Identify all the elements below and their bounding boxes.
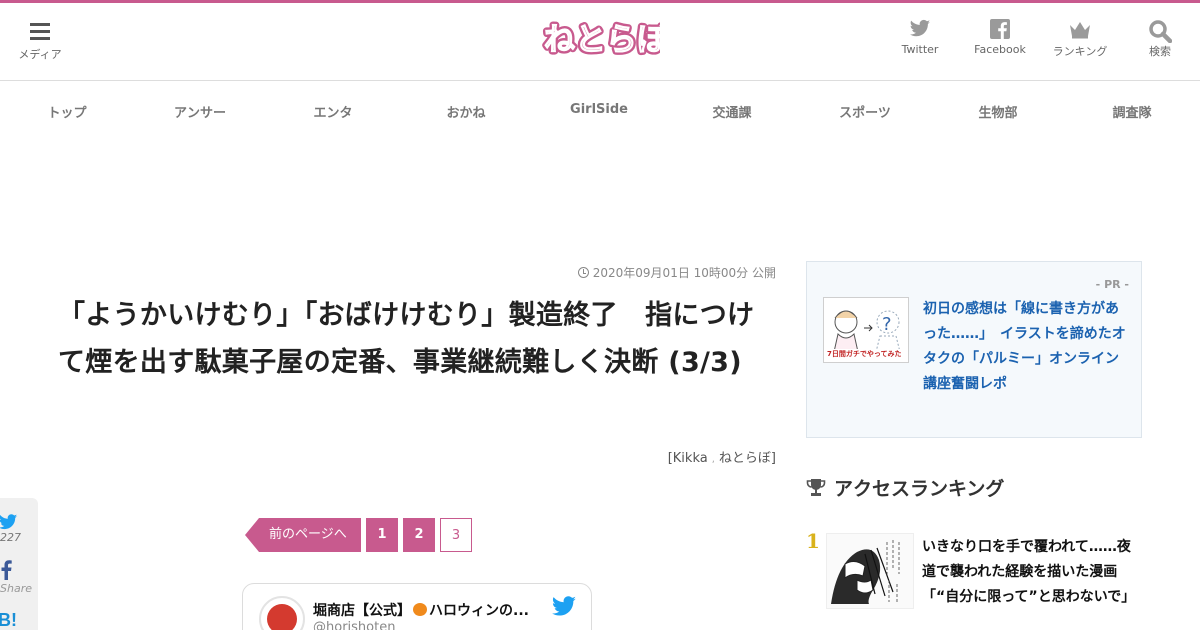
header-ranking-label: ランキング [1052, 45, 1108, 58]
logo-text: ねとらぼ [544, 22, 660, 58]
header-search-button[interactable]: 検索 [1120, 19, 1200, 67]
share-facebook-label: Share [0, 582, 32, 595]
tweet-author-name[interactable]: 堀商店【公式】 ハロウィンの... [313, 600, 529, 620]
category-nav: トップ アンサー エンタ おかね GirlSide 交通課 スポーツ 生物部 調… [0, 82, 1200, 140]
svg-text:?: ? [882, 314, 892, 335]
byline-author[interactable]: Kikka [673, 451, 708, 466]
tweet-avatar[interactable] [259, 596, 305, 630]
page-1-button[interactable]: 1 [366, 518, 398, 552]
share-hatena-button[interactable]: B! [0, 610, 17, 630]
byline-close: ] [770, 451, 776, 466]
ranking-heading: アクセスランキング [806, 474, 1004, 501]
header-facebook-label: Facebook [974, 43, 1026, 56]
prev-page-button[interactable]: 前のページへ [245, 518, 361, 552]
media-menu-label: メディア [18, 48, 62, 61]
pr-thumbnail[interactable]: ? 7日間ガチでやってみた [823, 297, 909, 363]
nav-item-enta[interactable]: エンタ [313, 102, 352, 121]
tweet-name-prefix: 堀商店【公式】 [313, 603, 411, 619]
tweet-handle[interactable]: @horishoten [313, 620, 395, 630]
ranking-heading-text: アクセスランキング [834, 478, 1005, 500]
pr-article-link[interactable]: 初日の感想は「線に書き方があった……」 イラストを諦めたオタクの「パルミー」オン… [923, 297, 1127, 397]
sidebar-pr-box: - PR - ? 7日間ガチでやってみた 初日の感想は「線に書き方があった……」… [806, 261, 1142, 438]
nav-item-koutsuka[interactable]: 交通課 [712, 102, 751, 121]
share-twitter-count: 227 [0, 531, 21, 544]
article-byline: [Kikka, ねとらぼ] [668, 447, 776, 466]
nav-item-okane[interactable]: おかね [446, 102, 485, 121]
pr-label: - PR - [1095, 278, 1129, 291]
nav-item-girlside[interactable]: GirlSide [570, 102, 628, 117]
ranking-item[interactable]: 1 いきなり口を手で覆われて……夜道で襲われた経験を描いた漫画「“自分に限って”… [806, 529, 1146, 613]
facebook-icon [990, 19, 1010, 39]
netorabo-logo: ねとらぼ ねとらぼ [541, 19, 672, 61]
header-twitter-label: Twitter [901, 43, 939, 56]
share-facebook-button[interactable] [0, 560, 38, 580]
byline-publisher[interactable]: ねとらぼ [719, 451, 771, 466]
embedded-tweet[interactable]: 堀商店【公式】 ハロウィンの... @horishoten [242, 583, 592, 630]
hamburger-icon [30, 23, 50, 40]
header-search-label: 検索 [1149, 45, 1171, 58]
rank-number: 1 [806, 529, 820, 553]
trophy-icon [806, 479, 826, 496]
twitter-icon [909, 19, 931, 37]
publish-date: 2020年09月01日 10時00分 公開 [577, 264, 776, 281]
clock-icon [577, 267, 589, 278]
site-header: メディア ねとらぼ ねとらぼ Twitter Facebook ランキング 検索 [0, 3, 1200, 81]
page-2-button[interactable]: 2 [403, 518, 435, 552]
pr-thumb-caption: 7日間ガチでやってみた [827, 349, 905, 359]
ranking-item-title[interactable]: いきなり口を手で覆われて……夜道で襲われた経験を描いた漫画「“自分に限って”と思… [922, 535, 1140, 610]
ranking-manga-illustration [827, 534, 913, 608]
media-menu-button[interactable]: メディア [14, 21, 66, 65]
page-3-button[interactable]: 3 [440, 518, 472, 552]
pumpkin-icon [413, 603, 427, 616]
share-bar: 227 Share B! [0, 498, 38, 630]
nav-item-sports[interactable]: スポーツ [839, 102, 891, 121]
tweet-twitter-button[interactable] [551, 596, 577, 622]
tweet-name-suffix: ハロウィンの... [429, 603, 529, 619]
nav-item-answer[interactable]: アンサー [174, 102, 226, 121]
twitter-icon [551, 596, 576, 616]
twitter-icon [0, 514, 18, 530]
crown-icon [1070, 22, 1090, 39]
header-ranking-button[interactable]: ランキング [1040, 19, 1120, 67]
nav-item-chousatai[interactable]: 調査隊 [1112, 102, 1151, 121]
article-title: 「ようかいけむり」「おばけけむり」製造終了 指につけて煙を出す駄菓子屋の定番、事… [58, 300, 755, 378]
publish-date-text: 2020年09月01日 10時00分 公開 [592, 266, 776, 280]
header-twitter-button[interactable]: Twitter [880, 19, 960, 67]
ranking-thumbnail[interactable] [826, 533, 914, 609]
byline-separator: , [711, 454, 715, 465]
nav-item-seibutsubu[interactable]: 生物部 [978, 102, 1017, 121]
search-icon [1149, 20, 1172, 43]
nav-item-top[interactable]: トップ [47, 102, 86, 121]
site-logo[interactable]: ねとらぼ ねとらぼ [540, 16, 672, 64]
facebook-f-icon [1, 560, 12, 580]
header-facebook-button[interactable]: Facebook [960, 19, 1040, 67]
